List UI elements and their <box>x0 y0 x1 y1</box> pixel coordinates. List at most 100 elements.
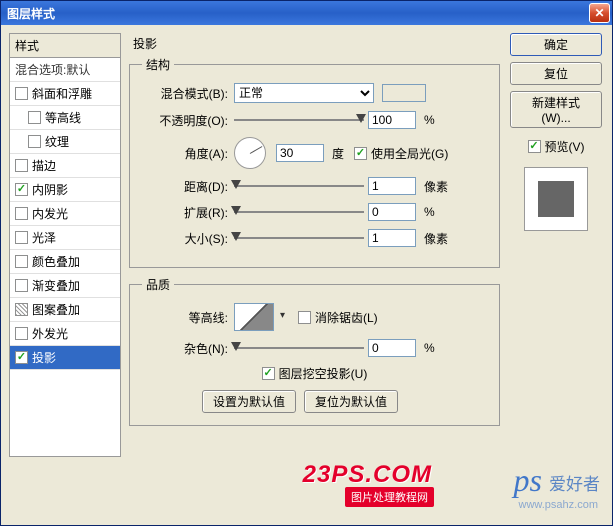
spread-row: 扩展(R): % <box>142 203 487 221</box>
make-default-button[interactable]: 设置为默认值 <box>202 390 296 413</box>
watermark-url: www.psahz.com <box>519 499 598 511</box>
distance-unit: 像素 <box>424 178 448 195</box>
distance-slider[interactable] <box>234 181 364 191</box>
noise-slider[interactable] <box>234 343 364 353</box>
knockout-check[interactable]: 图层挖空投影(U) <box>262 365 368 382</box>
checkbox-icon[interactable] <box>15 351 28 364</box>
spread-input[interactable] <box>368 203 416 221</box>
spread-slider[interactable] <box>234 207 364 217</box>
checkbox-icon[interactable] <box>15 279 28 292</box>
blend-mode-row: 混合模式(B): 正常 <box>142 83 487 103</box>
preview-check[interactable]: 预览(V) <box>528 138 585 155</box>
ok-button[interactable]: 确定 <box>510 33 602 56</box>
global-light-check[interactable]: 使用全局光(G) <box>354 145 448 162</box>
preview-label: 预览(V) <box>545 138 585 155</box>
style-item-6[interactable]: 光泽 <box>10 226 120 250</box>
style-item-label: 外发光 <box>32 325 68 342</box>
styles-list-header: 样式 <box>10 34 120 58</box>
checkbox-icon[interactable] <box>28 135 41 148</box>
quality-group: 品质 等高线: 消除锯齿(L) 杂色(N): % <box>129 276 500 426</box>
opacity-slider[interactable] <box>234 115 364 125</box>
checkbox-icon[interactable] <box>15 87 28 100</box>
dialog-content: 样式 混合选项:默认 斜面和浮雕等高线纹理描边内阴影内发光光泽颜色叠加渐变叠加图… <box>1 25 612 465</box>
opacity-input[interactable] <box>368 111 416 129</box>
distance-row: 距离(D): 像素 <box>142 177 487 195</box>
noise-unit: % <box>424 341 435 355</box>
preview-swatch <box>524 167 588 231</box>
style-item-label: 光泽 <box>32 229 56 246</box>
noise-input[interactable] <box>368 339 416 357</box>
styles-list-panel: 样式 混合选项:默认 斜面和浮雕等高线纹理描边内阴影内发光光泽颜色叠加渐变叠加图… <box>9 33 121 457</box>
blending-options-default[interactable]: 混合选项:默认 <box>10 58 120 82</box>
angle-row: 角度(A): 度 使用全局光(G) <box>142 137 487 169</box>
contour-picker[interactable] <box>234 303 274 331</box>
style-item-8[interactable]: 渐变叠加 <box>10 274 120 298</box>
checkbox-icon[interactable] <box>15 207 28 220</box>
style-item-10[interactable]: 外发光 <box>10 322 120 346</box>
size-slider[interactable] <box>234 233 364 243</box>
preview-inner <box>538 181 574 217</box>
contour-label: 等高线: <box>142 309 230 326</box>
settings-panel: 投影 结构 混合模式(B): 正常 不透明度(O): <box>129 33 500 457</box>
style-item-label: 图案叠加 <box>32 301 80 318</box>
blend-mode-select[interactable]: 正常 <box>234 83 374 103</box>
spread-label: 扩展(R): <box>142 204 230 221</box>
style-item-label: 投影 <box>32 349 56 366</box>
style-item-label: 纹理 <box>45 133 69 150</box>
angle-input[interactable] <box>276 144 324 162</box>
shadow-color-swatch[interactable] <box>382 84 426 102</box>
cancel-button[interactable]: 复位 <box>510 62 602 85</box>
checkbox-icon[interactable] <box>15 231 28 244</box>
angle-unit: 度 <box>332 145 344 162</box>
style-item-4[interactable]: 内阴影 <box>10 178 120 202</box>
checkbox-icon <box>528 140 541 153</box>
watermark-text: 爱好者 <box>549 470 600 495</box>
checkbox-icon[interactable] <box>15 303 28 316</box>
section-title: 投影 <box>129 33 500 56</box>
style-item-3[interactable]: 描边 <box>10 154 120 178</box>
new-style-button[interactable]: 新建样式(W)... <box>510 91 602 128</box>
style-item-label: 等高线 <box>45 109 81 126</box>
knockout-label: 图层挖空投影(U) <box>279 365 368 382</box>
style-item-1[interactable]: 等高线 <box>10 106 120 130</box>
size-label: 大小(S): <box>142 230 230 247</box>
blend-mode-label: 混合模式(B): <box>142 85 230 102</box>
style-item-0[interactable]: 斜面和浮雕 <box>10 82 120 106</box>
reset-default-button[interactable]: 复位为默认值 <box>304 390 398 413</box>
checkbox-icon[interactable] <box>15 327 28 340</box>
style-item-5[interactable]: 内发光 <box>10 202 120 226</box>
structure-group: 结构 混合模式(B): 正常 不透明度(O): % <box>129 56 500 268</box>
watermark-ps: ps <box>514 462 542 499</box>
size-input[interactable] <box>368 229 416 247</box>
checkbox-icon[interactable] <box>15 183 28 196</box>
checkbox-icon <box>354 147 367 160</box>
checkbox-icon <box>262 367 275 380</box>
angle-dial[interactable] <box>234 137 266 169</box>
title-bar[interactable]: 图层样式 ✕ <box>1 1 612 25</box>
knockout-row: 图层挖空投影(U) <box>142 365 487 382</box>
opacity-label: 不透明度(O): <box>142 112 230 129</box>
checkbox-icon[interactable] <box>15 255 28 268</box>
style-item-11[interactable]: 投影 <box>10 346 120 370</box>
distance-label: 距离(D): <box>142 178 230 195</box>
style-item-label: 描边 <box>32 157 56 174</box>
style-item-label: 内发光 <box>32 205 68 222</box>
global-light-label: 使用全局光(G) <box>371 145 448 162</box>
distance-input[interactable] <box>368 177 416 195</box>
style-item-label: 颜色叠加 <box>32 253 80 270</box>
style-item-2[interactable]: 纹理 <box>10 130 120 154</box>
noise-label: 杂色(N): <box>142 340 230 357</box>
quality-legend: 品质 <box>142 276 174 293</box>
opacity-unit: % <box>424 113 435 127</box>
checkbox-icon[interactable] <box>15 159 28 172</box>
style-item-label: 斜面和浮雕 <box>32 85 92 102</box>
contour-row: 等高线: 消除锯齿(L) <box>142 303 487 331</box>
default-btn-row: 设置为默认值 复位为默认值 <box>202 390 487 413</box>
style-item-9[interactable]: 图案叠加 <box>10 298 120 322</box>
style-item-7[interactable]: 颜色叠加 <box>10 250 120 274</box>
close-icon[interactable]: ✕ <box>589 3 610 23</box>
checkbox-icon[interactable] <box>28 111 41 124</box>
watermark-logo: 23PS.COM <box>303 461 432 489</box>
watermark-area: 23PS.COM 图片处理教程网 ps 爱好者 www.psahz.com <box>1 465 612 525</box>
anti-alias-check[interactable]: 消除锯齿(L) <box>298 309 378 326</box>
